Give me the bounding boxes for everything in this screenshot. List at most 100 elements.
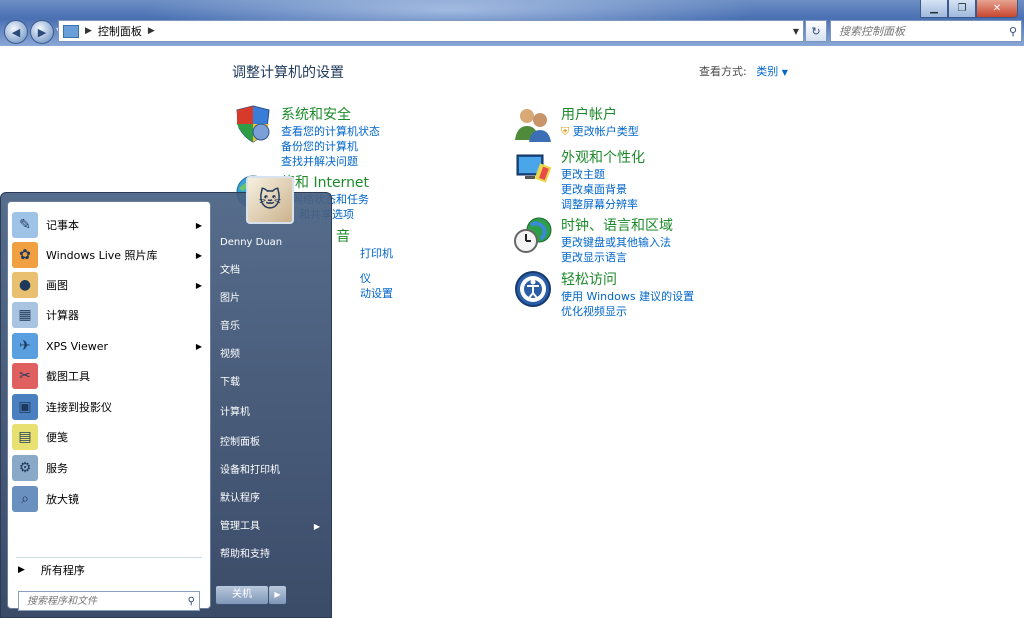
category-title[interactable]: 音 [336, 226, 350, 246]
category-title[interactable]: 时钟、语言和区域 [561, 215, 673, 235]
link-change-account-type[interactable]: ⛨ 更改帐户类型 [561, 124, 639, 139]
maximize-button[interactable]: ❐ [948, 0, 976, 18]
minimize-button[interactable]: ▁ [920, 0, 948, 18]
place-help-support[interactable]: 帮助和支持 [217, 543, 326, 567]
link-optimize-visual-display[interactable]: 优化视频显示 [561, 304, 694, 319]
link-troubleshoot[interactable]: 查找并解决问题 [281, 154, 380, 169]
category-links: 更改主题 更改桌面背景 调整屏幕分辨率 [561, 167, 638, 212]
submenu-arrow-icon[interactable]: ▶ [196, 342, 202, 351]
category-user-accounts: 用户帐户 ⛨ 更改帐户类型 [513, 104, 773, 144]
chevron-right-icon: ▶ [274, 590, 281, 599]
breadcrumb-control-panel[interactable]: 控制面板 [98, 23, 142, 39]
submenu-arrow-icon[interactable]: ▶ [196, 221, 202, 230]
search-icon[interactable]: ⚲ [188, 596, 195, 607]
category-title[interactable]: 轻松访问 [561, 269, 617, 289]
place-videos[interactable]: 视频 [217, 343, 326, 367]
category-title[interactable]: 用户帐户 [561, 104, 617, 124]
back-arrow-icon: ◀ [11, 25, 21, 39]
link-change-theme[interactable]: 更改主题 [561, 167, 638, 182]
link-change-desktop-background[interactable]: 更改桌面背景 [561, 182, 638, 197]
place-computer[interactable]: 计算机 [217, 401, 326, 425]
program-snipping-tool[interactable]: ✂ 截图工具 [8, 361, 210, 391]
category-ease-of-access: 轻松访问 使用 Windows 建议的设置 优化视频显示 [513, 269, 773, 319]
breadcrumb-separator-icon[interactable]: ▶ [148, 26, 155, 36]
program-label: 记事本 [46, 219, 79, 232]
link-backup-computer[interactable]: 备份您的计算机 [281, 139, 380, 154]
place-control-panel[interactable]: 控制面板 [217, 431, 326, 455]
program-paint[interactable]: ● 画图 ▶ [8, 270, 210, 300]
shutdown-button[interactable]: 关机 [215, 585, 269, 605]
paint-icon: ● [12, 272, 38, 298]
program-label: Windows Live 照片库 [46, 249, 158, 262]
breadcrumb-separator-icon[interactable]: ▶ [85, 26, 92, 36]
program-services[interactable]: ⚙ 服务 [8, 453, 210, 483]
shutdown-options-button[interactable]: ▶ [268, 585, 287, 605]
place-user-folder[interactable]: Denny Duan [217, 231, 326, 255]
program-label: 截图工具 [46, 370, 90, 383]
page-title: 调整计算机的设置 [232, 65, 344, 81]
window-titlebar: ▁ ❐ ✕ ◀ ▶ ▼ ▶ 控制面板 ▶ ▼ ↻ ⚲ [0, 0, 1024, 46]
forward-arrow-icon: ▶ [37, 25, 47, 39]
calculator-icon: ▦ [12, 302, 38, 328]
address-dropdown-icon[interactable]: ▼ [793, 27, 799, 36]
program-calculator[interactable]: ▦ 计算器 [8, 300, 210, 330]
place-default-programs[interactable]: 默认程序 [217, 487, 326, 511]
link-view-computer-status[interactable]: 查看您的计算机状态 [281, 124, 380, 139]
link-change-display-language[interactable]: 更改显示语言 [561, 250, 671, 265]
program-magnifier[interactable]: ⌕ 放大镜 [8, 484, 210, 514]
navigation-buttons: ◀ ▶ ▼ [4, 20, 66, 44]
all-programs-button[interactable]: ▶ 所有程序 [18, 562, 85, 578]
search-input[interactable] [837, 23, 1001, 39]
user-picture[interactable]: 🐱 [246, 176, 294, 224]
triangle-right-icon: ▶ [18, 565, 25, 575]
notepad-icon: ✎ [12, 212, 38, 238]
sticky-notes-icon: ▤ [12, 424, 38, 450]
view-by-value[interactable]: 类别 [756, 65, 778, 78]
snipping-tool-icon: ✂ [12, 363, 38, 389]
category-title[interactable]: 络和 Internet [281, 172, 369, 192]
view-by-selector: 查看方式: 类别 ▼ [699, 63, 788, 79]
place-documents[interactable]: 文档 [217, 259, 326, 283]
start-menu: ✎ 记事本 ▶ ✿ Windows Live 照片库 ▶ ● 画图 ▶ ▦ 计算… [0, 192, 332, 618]
program-xps-viewer[interactable]: ✈ XPS Viewer ▶ [8, 331, 210, 361]
address-bar[interactable]: ▶ 控制面板 ▶ ▼ [58, 20, 804, 42]
link-windows-recommended-settings[interactable]: 使用 Windows 建议的设置 [561, 289, 694, 304]
place-music[interactable]: 音乐 [217, 315, 326, 339]
program-label: 连接到投影仪 [46, 401, 112, 414]
submenu-arrow-icon[interactable]: ▶ [196, 281, 202, 290]
refresh-icon: ↻ [811, 24, 821, 38]
program-sticky-notes[interactable]: ▤ 便笺 [8, 422, 210, 452]
forward-button[interactable]: ▶ [30, 20, 54, 44]
place-downloads[interactable]: 下载 [217, 371, 326, 395]
search-icon[interactable]: ⚲ [1009, 25, 1017, 38]
search-box[interactable]: ⚲ [830, 20, 1022, 42]
submenu-arrow-icon[interactable]: ▶ [196, 251, 202, 260]
close-button[interactable]: ✕ [976, 0, 1018, 18]
place-administrative-tools[interactable]: 管理工具 ▶ [217, 515, 326, 539]
appearance-icon [516, 154, 552, 183]
place-pictures[interactable]: 图片 [217, 287, 326, 311]
all-programs-label: 所有程序 [40, 564, 85, 577]
program-label: XPS Viewer [46, 339, 109, 353]
place-devices-printers[interactable]: 设备和打印机 [217, 459, 326, 483]
category-title[interactable]: 系统和安全 [281, 104, 351, 124]
services-icon: ⚙ [12, 455, 38, 481]
clock-globe-icon [514, 217, 552, 253]
back-button[interactable]: ◀ [4, 20, 28, 44]
category-title[interactable]: 外观和个性化 [561, 147, 645, 167]
link-adjust-resolution[interactable]: 调整屏幕分辨率 [561, 197, 638, 212]
refresh-button[interactable]: ↻ [805, 20, 827, 42]
category-links: 更改键盘或其他输入法 更改显示语言 [561, 235, 671, 265]
program-label: 画图 [46, 279, 68, 292]
link-change-input-method[interactable]: 更改键盘或其他输入法 [561, 235, 671, 250]
category-appearance-personalization: 外观和个性化 更改主题 更改桌面背景 调整屏幕分辨率 [513, 147, 773, 211]
program-photo-gallery[interactable]: ✿ Windows Live 照片库 ▶ [8, 240, 210, 270]
program-notepad[interactable]: ✎ 记事本 ▶ [8, 210, 210, 240]
program-label: 便笺 [46, 431, 68, 444]
chevron-down-icon[interactable]: ▼ [782, 68, 788, 77]
submenu-arrow-icon[interactable]: ▶ [314, 515, 320, 539]
start-search-input[interactable] [25, 594, 179, 608]
xps-viewer-icon: ✈ [12, 333, 38, 359]
program-connect-projector[interactable]: ▣ 连接到投影仪 [8, 392, 210, 422]
start-search-box[interactable]: ⚲ [18, 591, 200, 611]
